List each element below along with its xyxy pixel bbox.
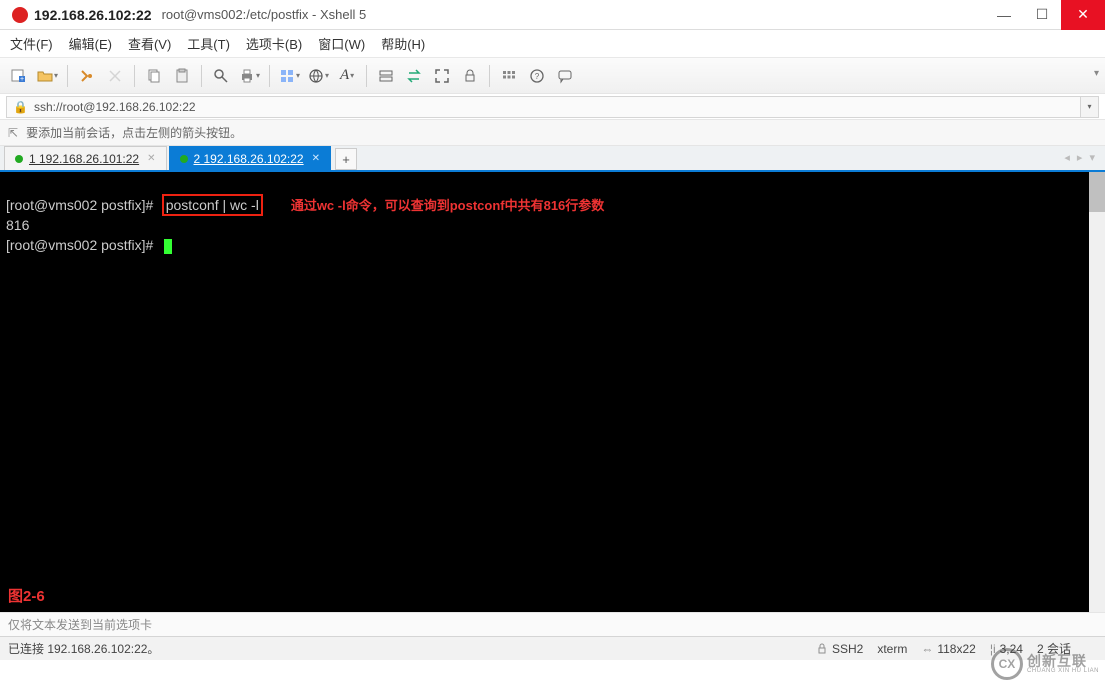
- tab-close-icon[interactable]: ✕: [147, 153, 155, 164]
- svg-text:+: +: [20, 76, 24, 83]
- scrollbar[interactable]: [1089, 172, 1105, 612]
- titlebar: 192.168.26.102:22 root@vms002:/etc/postf…: [0, 0, 1105, 30]
- cursor-icon: [164, 239, 172, 254]
- status-size: ⇔118x22: [921, 642, 975, 656]
- open-session-icon[interactable]: ▾: [34, 63, 61, 89]
- menu-tools[interactable]: 工具(T): [187, 34, 230, 53]
- menu-window[interactable]: 窗口(W): [318, 34, 365, 53]
- title-extra: root@vms002:/etc/postfix - Xshell 5: [162, 7, 367, 22]
- disconnect-icon[interactable]: [102, 63, 128, 89]
- copy-icon[interactable]: [141, 63, 167, 89]
- menu-tab[interactable]: 选项卡(B): [246, 34, 302, 53]
- paste-icon[interactable]: [169, 63, 195, 89]
- toolbar: + ▾ ▾ ▾ ▾ A▾ ? ▾: [0, 58, 1105, 94]
- app-icon: [12, 7, 28, 23]
- session-tab-2[interactable]: 2 192.168.26.102:22 ✕: [169, 146, 332, 170]
- status-dot-icon: [15, 155, 23, 163]
- address-dropdown-icon[interactable]: ▾: [1081, 96, 1099, 118]
- toolbar-overflow-icon[interactable]: ▾: [1094, 68, 1099, 79]
- tunneling-icon[interactable]: [373, 63, 399, 89]
- transfer-icon[interactable]: [401, 63, 427, 89]
- properties-icon[interactable]: ▾: [276, 63, 303, 89]
- address-bar: 🔒 ssh://root@192.168.26.102:22 ▾: [0, 94, 1105, 120]
- hint-bar: ⇱ 要添加当前会话，点击左侧的箭头按钮。: [0, 120, 1105, 146]
- new-session-icon[interactable]: +: [6, 63, 32, 89]
- tab-label: 1 192.168.26.101:22: [29, 152, 139, 166]
- tab-nav-icons[interactable]: ◂ ▸ ▾: [1064, 151, 1097, 164]
- status-protocol: SSH2: [816, 642, 863, 656]
- annotation-text: 通过wc -l命令，可以查询到postconf中共有816行参数: [291, 198, 604, 213]
- highlighted-command: postconf | wc -l: [162, 194, 263, 216]
- lock-icon[interactable]: [457, 63, 483, 89]
- figure-label: 图2-6: [8, 588, 45, 606]
- status-dot-icon: [180, 155, 188, 163]
- terminal-output: 816: [6, 217, 29, 233]
- terminal-view[interactable]: [root@vms002 postfix]# postconf | wc -l 通…: [0, 172, 1105, 612]
- help-icon[interactable]: ?: [524, 63, 550, 89]
- status-connection: 已连接 192.168.26.102:22。: [8, 640, 802, 657]
- reconnect-icon[interactable]: [74, 63, 100, 89]
- menubar: 文件(F) 编辑(E) 查看(V) 工具(T) 选项卡(B) 窗口(W) 帮助(…: [0, 30, 1105, 58]
- print-icon[interactable]: ▾: [236, 63, 263, 89]
- hint-text: 要添加当前会话，点击左侧的箭头按钮。: [26, 124, 242, 141]
- add-tab-button[interactable]: +: [335, 148, 357, 170]
- tab-bar: 1 192.168.26.101:22 ✕ 2 192.168.26.102:2…: [0, 146, 1105, 172]
- speech-icon[interactable]: [552, 63, 578, 89]
- status-bar: 已连接 192.168.26.102:22。 SSH2 xterm ⇔118x2…: [0, 636, 1105, 660]
- send-bar-text: 仅将文本发送到当前选项卡: [8, 616, 152, 633]
- language-icon[interactable]: ▾: [305, 63, 332, 89]
- address-input[interactable]: 🔒 ssh://root@192.168.26.102:22: [6, 96, 1081, 118]
- scrollbar-thumb[interactable]: [1089, 172, 1105, 212]
- hint-arrow-icon[interactable]: ⇱: [8, 126, 18, 140]
- title-ip: 192.168.26.102:22: [34, 7, 152, 23]
- font-icon[interactable]: A▾: [334, 63, 360, 89]
- prompt: [root@vms002 postfix]#: [6, 237, 153, 253]
- fullscreen-icon[interactable]: [429, 63, 455, 89]
- prompt: [root@vms002 postfix]#: [6, 197, 153, 213]
- lock-scheme-icon: 🔒: [13, 100, 28, 114]
- watermark: CX 创新互联 CHUANG XIN HU LIAN: [991, 648, 1099, 680]
- address-text: ssh://root@192.168.26.102:22: [34, 100, 196, 114]
- session-tab-1[interactable]: 1 192.168.26.101:22 ✕: [4, 146, 167, 170]
- status-term-type: xterm: [877, 642, 907, 656]
- menu-view[interactable]: 查看(V): [128, 34, 171, 53]
- maximize-button[interactable]: ☐: [1023, 0, 1061, 30]
- menu-help[interactable]: 帮助(H): [381, 34, 425, 53]
- svg-text:?: ?: [535, 72, 540, 81]
- minimize-button[interactable]: —: [985, 0, 1023, 30]
- find-icon[interactable]: [208, 63, 234, 89]
- tab-close-icon[interactable]: ✕: [312, 153, 320, 164]
- tab-label: 2 192.168.26.102:22: [194, 152, 304, 166]
- menu-file[interactable]: 文件(F): [10, 34, 53, 53]
- window-controls: — ☐ ✕: [985, 0, 1105, 30]
- keypad-icon[interactable]: [496, 63, 522, 89]
- send-text-bar[interactable]: 仅将文本发送到当前选项卡: [0, 612, 1105, 636]
- menu-edit[interactable]: 编辑(E): [69, 34, 112, 53]
- close-button[interactable]: ✕: [1061, 0, 1105, 30]
